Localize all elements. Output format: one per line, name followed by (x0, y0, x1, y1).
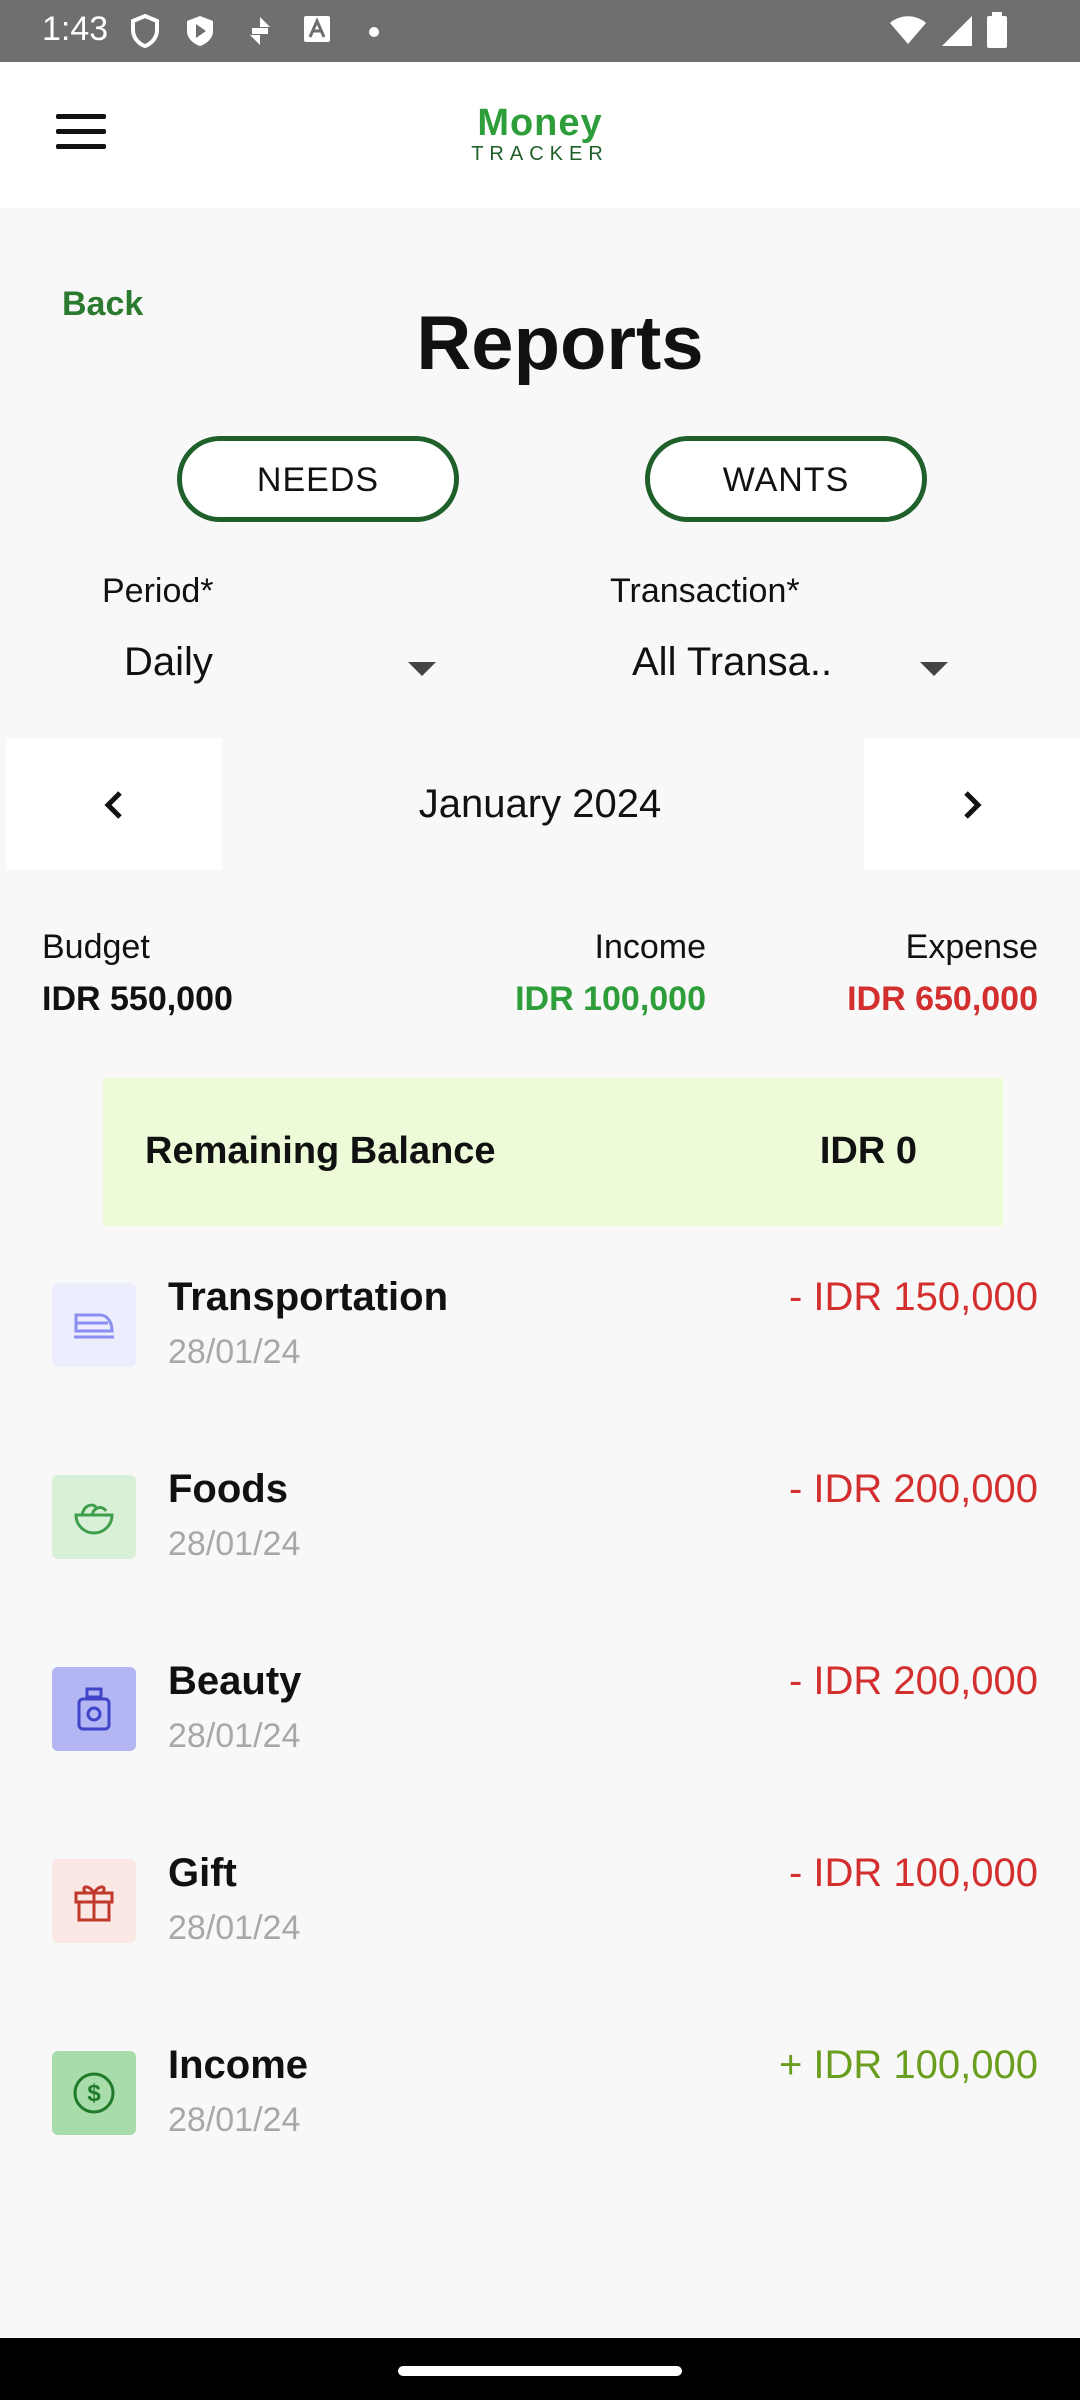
logo-line2: TRACKER (471, 143, 609, 165)
home-gesture-handle[interactable] (398, 2366, 682, 2376)
list-item[interactable]: $ Income 28/01/24 + IDR 100,000 (0, 2043, 1080, 2201)
remaining-balance-value: IDR 0 (819, 1130, 917, 1172)
income-value: IDR 100,000 (515, 980, 706, 1018)
transaction-amount: - IDR 200,000 (788, 1467, 1038, 1511)
transaction-date: 28/01/24 (168, 1909, 301, 1947)
period-chevron-down-icon[interactable] (408, 662, 436, 676)
wants-button[interactable]: WANTS (645, 436, 927, 522)
text-app-icon (304, 16, 330, 42)
list-item[interactable]: Gift 28/01/24 - IDR 100,000 (0, 1851, 1080, 2009)
transaction-amount: - IDR 150,000 (788, 1275, 1038, 1319)
transaction-name: Income (168, 2043, 309, 2087)
gift-icon (52, 1859, 136, 1943)
list-item[interactable]: Transportation 28/01/24 - IDR 150,000 (0, 1275, 1080, 1433)
transaction-dropdown[interactable]: All Transa.. (632, 640, 832, 685)
transaction-amount: + IDR 100,000 (778, 2043, 1038, 2087)
chevron-right-icon (964, 791, 982, 819)
transaction-date: 28/01/24 (168, 2101, 301, 2139)
next-month-button[interactable] (864, 738, 1080, 870)
budget-value: IDR 550,000 (42, 980, 233, 1018)
status-bar: 1:43 (0, 0, 1080, 62)
transaction-amount: - IDR 200,000 (788, 1659, 1038, 1703)
notification-dot-icon (369, 27, 379, 37)
app-logo: Money TRACKER (0, 102, 1080, 166)
list-item[interactable]: Foods 28/01/24 - IDR 200,000 (0, 1467, 1080, 1625)
transaction-date: 28/01/24 (168, 1717, 301, 1755)
transaction-name: Foods (168, 1467, 288, 1511)
dollar-icon: $ (52, 2051, 136, 2135)
period-dropdown[interactable]: Daily (124, 640, 213, 685)
page-title: Reports (416, 301, 704, 386)
remaining-balance-card: Remaining Balance IDR 0 (103, 1078, 1003, 1226)
shield-icon (131, 14, 159, 48)
transaction-name: Beauty (168, 1659, 302, 1703)
play-protect-icon (187, 16, 213, 46)
battery-icon (987, 12, 1007, 48)
wifi-icon (890, 16, 926, 44)
data-saver-icon (250, 17, 270, 45)
transaction-name: Transportation (168, 1275, 449, 1319)
system-nav-bar (0, 2338, 1080, 2400)
period-label: Period* (102, 572, 214, 610)
transaction-date: 28/01/24 (168, 1525, 301, 1563)
transaction-chevron-down-icon[interactable] (920, 662, 948, 676)
expense-value: IDR 650,000 (847, 980, 1038, 1018)
status-time: 1:43 (42, 10, 109, 48)
remaining-balance-label: Remaining Balance (145, 1130, 496, 1172)
svg-text:$: $ (87, 2080, 101, 2107)
app-bar: Money TRACKER (0, 62, 1080, 208)
transaction-label: Transaction* (610, 572, 800, 610)
signal-icon (942, 16, 972, 46)
budget-label: Budget (42, 928, 150, 966)
transaction-amount: - IDR 100,000 (788, 1851, 1038, 1895)
logo-line1: Money (477, 102, 603, 144)
needs-button[interactable]: NEEDS (177, 436, 459, 522)
list-item[interactable]: Beauty 28/01/24 - IDR 200,000 (0, 1659, 1080, 1817)
transaction-name: Gift (168, 1851, 237, 1895)
train-icon (52, 1283, 136, 1367)
perfume-icon (52, 1667, 136, 1751)
food-bowl-icon (52, 1475, 136, 1559)
expense-label: Expense (905, 928, 1038, 966)
transaction-date: 28/01/24 (168, 1333, 301, 1371)
income-label: Income (594, 928, 707, 966)
